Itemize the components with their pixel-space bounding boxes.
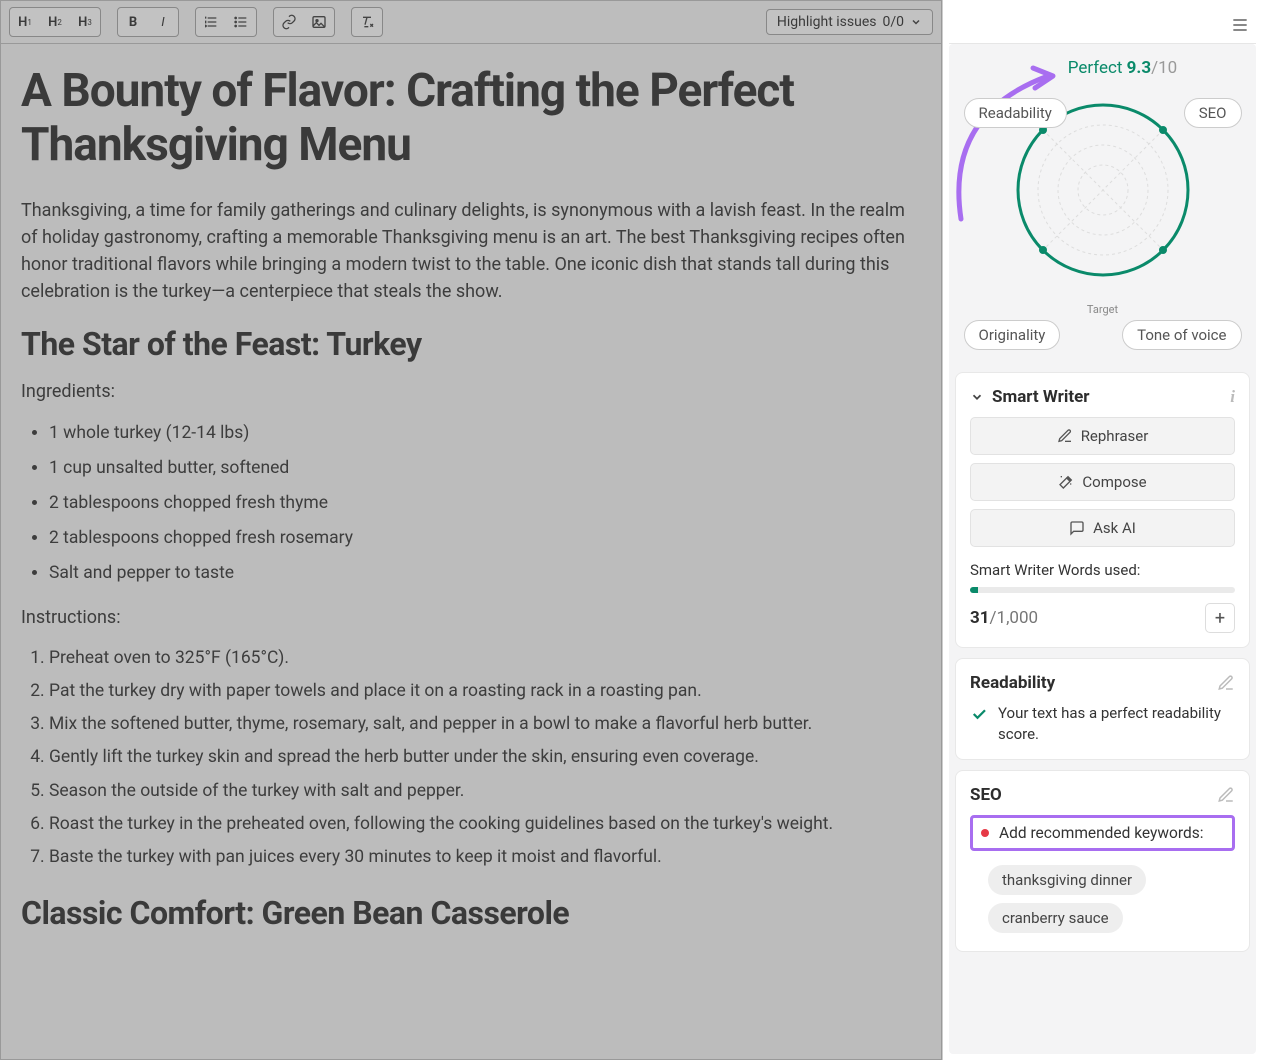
seo-title: SEO	[970, 785, 1002, 805]
instructions-label: Instructions:	[21, 607, 921, 628]
ordered-list-button[interactable]	[196, 8, 226, 36]
sidebar-topbar	[949, 6, 1256, 44]
words-progress	[970, 587, 1235, 593]
pill-tone[interactable]: Tone of voice	[1122, 320, 1241, 350]
smart-writer-card: Smart Writer i Rephraser Compose Ask AI …	[955, 372, 1250, 648]
list-item: Baste the turkey with pan juices every 3…	[49, 841, 921, 874]
image-button[interactable]	[304, 8, 334, 36]
section-heading-casserole: Classic Comfort: Green Bean Casserole	[21, 894, 921, 932]
ingredients-list: 1 whole turkey (12-14 lbs) 1 cup unsalte…	[21, 416, 921, 591]
score-word: Perfect	[1068, 58, 1123, 78]
link-button[interactable]	[274, 8, 304, 36]
italic-button[interactable]: I	[148, 8, 178, 36]
issue-count: 0/0	[882, 14, 904, 30]
intro-paragraph: Thanksgiving, a time for family gatherin…	[21, 197, 921, 305]
heading3-button[interactable]: H3	[70, 8, 100, 36]
pill-readability[interactable]: Readability	[964, 98, 1067, 128]
score-denom: /10	[1151, 58, 1177, 78]
keyword-chip[interactable]: cranberry sauce	[988, 903, 1123, 933]
instructions-list: Preheat oven to 325°F (165°C). Pat the t…	[21, 642, 921, 875]
edit-icon	[1057, 428, 1073, 444]
list-item: Salt and pepper to taste	[49, 556, 921, 591]
seo-recommendation-text: Add recommended keywords:	[999, 824, 1203, 842]
smart-writer-title: Smart Writer	[992, 387, 1090, 407]
pill-seo[interactable]: SEO	[1184, 98, 1242, 128]
chat-icon	[1069, 520, 1085, 536]
list-item: 1 cup unsalted butter, softened	[49, 451, 921, 486]
list-item: Roast the turkey in the preheated oven, …	[49, 808, 921, 841]
menu-icon[interactable]	[1230, 15, 1250, 35]
editor-toolbar: H1 H2 H3 B I	[1, 1, 941, 44]
score-section: Perfect 9.3/10 Readability SEO Originali…	[949, 44, 1256, 362]
highlight-issues-dropdown[interactable]: Highlight issues 0/0	[766, 9, 933, 35]
readability-title: Readability	[970, 673, 1055, 693]
heading1-button[interactable]: H1	[10, 8, 40, 36]
chevron-down-icon	[910, 16, 922, 28]
analysis-sidebar: Perfect 9.3/10 Readability SEO Originali…	[942, 0, 1262, 1060]
list-item: 2 tablespoons chopped fresh rosemary	[49, 521, 921, 556]
list-item: Pat the turkey dry with paper towels and…	[49, 675, 921, 708]
pill-originality[interactable]: Originality	[964, 320, 1061, 350]
rephraser-button[interactable]: Rephraser	[970, 417, 1235, 455]
list-item: Gently lift the turkey skin and spread t…	[49, 741, 921, 774]
wand-icon	[1058, 474, 1074, 490]
checkmark-icon	[970, 705, 988, 723]
words-used-label: Smart Writer Words used:	[970, 561, 1235, 579]
quality-score: Perfect 9.3/10	[997, 58, 1248, 78]
heading2-button[interactable]: H2	[40, 8, 70, 36]
pencil-icon[interactable]	[1217, 674, 1235, 692]
list-item: Preheat oven to 325°F (165°C).	[49, 642, 921, 675]
readability-message: Your text has a perfect readability scor…	[998, 703, 1235, 745]
section-heading-turkey: The Star of the Feast: Turkey	[21, 325, 921, 363]
readability-card: Readability Your text has a perfect read…	[955, 658, 1250, 760]
ingredients-label: Ingredients:	[21, 381, 921, 402]
clear-format-button[interactable]	[352, 8, 382, 36]
list-item: 1 whole turkey (12-14 lbs)	[49, 416, 921, 451]
unordered-list-button[interactable]	[226, 8, 256, 36]
info-icon[interactable]: i	[1230, 387, 1235, 407]
words-count: 31/1,000	[970, 608, 1038, 628]
ask-ai-button[interactable]: Ask AI	[970, 509, 1235, 547]
seo-recommendation: Add recommended keywords:	[970, 815, 1235, 851]
list-item: 2 tablespoons chopped fresh thyme	[49, 486, 921, 521]
list-item: Season the outside of the turkey with sa…	[49, 775, 921, 808]
status-dot-icon	[981, 829, 989, 837]
editor-content[interactable]: A Bounty of Flavor: Crafting the Perfect…	[1, 44, 941, 1059]
seo-card: SEO Add recommended keywords: thanksgivi…	[955, 770, 1250, 952]
score-value: 9.3	[1127, 58, 1151, 78]
editor-panel: H1 H2 H3 B I	[0, 0, 942, 1060]
bold-button[interactable]: B	[118, 8, 148, 36]
pencil-icon[interactable]	[1217, 786, 1235, 804]
list-item: Mix the softened butter, thyme, rosemary…	[49, 708, 921, 741]
add-words-button[interactable]: +	[1205, 603, 1235, 633]
highlight-issues-label: Highlight issues	[777, 14, 877, 30]
keyword-chip[interactable]: thanksgiving dinner	[988, 865, 1146, 895]
chevron-down-icon[interactable]	[970, 390, 984, 404]
compose-button[interactable]: Compose	[970, 463, 1235, 501]
target-label: Target	[1087, 303, 1118, 316]
document-title: A Bounty of Flavor: Crafting the Perfect…	[21, 64, 921, 173]
